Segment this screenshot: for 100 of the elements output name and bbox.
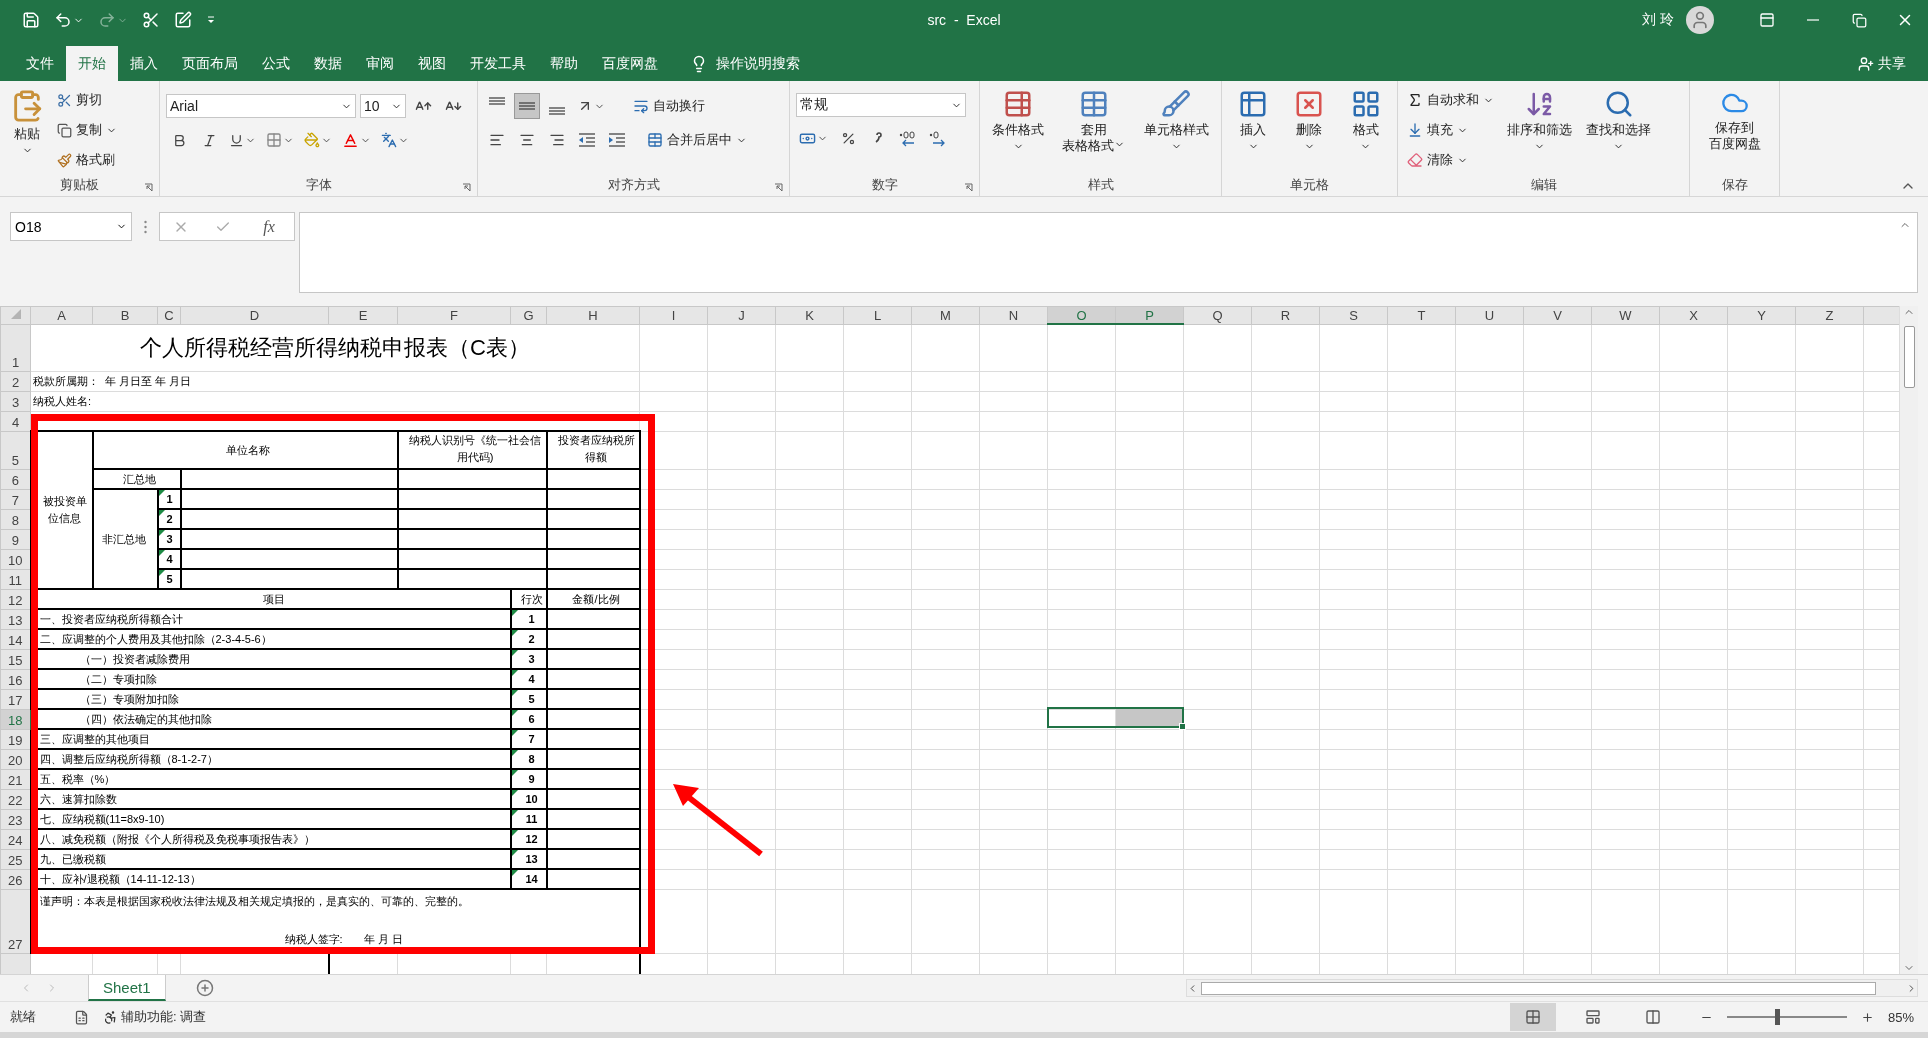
row-header[interactable]: 4 xyxy=(0,411,31,431)
paste-button[interactable]: 粘贴 xyxy=(6,87,48,176)
zoom-level[interactable]: 85% xyxy=(1887,1009,1914,1025)
zoom-thumb[interactable] xyxy=(1775,1009,1781,1025)
row-header[interactable]: 2 xyxy=(0,371,31,391)
ribbon-tab[interactable]: 开始 xyxy=(66,46,118,81)
autosum-button[interactable]: 自动求和 xyxy=(1404,87,1497,113)
ribbon-tab[interactable]: 页面布局 xyxy=(170,46,250,81)
row-header[interactable]: 17 xyxy=(0,689,31,709)
row-header[interactable]: 16 xyxy=(0,669,31,689)
user-name[interactable]: 刘 玲 xyxy=(1642,11,1674,29)
horizontal-scrollbar[interactable] xyxy=(1186,979,1918,997)
sort-filter-button[interactable]: 排序和筛选 xyxy=(1503,87,1576,176)
column-header[interactable]: T xyxy=(1387,306,1456,324)
ribbon-tab[interactable]: 开发工具 xyxy=(458,46,538,81)
merge-center-button[interactable]: 合并后居中 xyxy=(644,127,750,153)
font-name-field[interactable]: Arial xyxy=(166,94,356,118)
table-format-button[interactable]: 套用 表格格式 xyxy=(1058,87,1130,176)
row-header[interactable]: 23 xyxy=(0,809,31,829)
column-header[interactable]: V xyxy=(1523,306,1592,324)
align-button[interactable] xyxy=(514,93,540,119)
column-header[interactable]: Y xyxy=(1727,306,1796,324)
sheet-tab[interactable]: Sheet1 xyxy=(88,975,166,1001)
ribbon-tab[interactable]: 数据 xyxy=(302,46,354,81)
clear-button[interactable]: 清除 xyxy=(1404,147,1497,173)
column-header[interactable]: L xyxy=(843,306,912,324)
row-header[interactable]: 25 xyxy=(0,849,31,869)
column-header[interactable]: D xyxy=(180,306,329,324)
tell-me-search[interactable]: 操作说明搜索 xyxy=(684,46,806,81)
insert-function-button[interactable]: fx xyxy=(257,216,281,237)
row-header[interactable]: 27 xyxy=(0,889,31,953)
row-header[interactable]: 20 xyxy=(0,749,31,769)
row-header[interactable]: 10 xyxy=(0,549,31,569)
row-header[interactable]: 7 xyxy=(0,489,31,509)
ribbon-tab[interactable]: 百度网盘 xyxy=(590,46,670,81)
find-select-button[interactable]: 查找和选择 xyxy=(1582,87,1655,176)
row-header[interactable]: 12 xyxy=(0,589,31,609)
formula-input[interactable] xyxy=(299,212,1918,293)
dialog-launcher-icon[interactable] xyxy=(144,183,153,192)
dialog-launcher-icon[interactable] xyxy=(774,183,783,192)
row-header[interactable]: 24 xyxy=(0,829,31,849)
column-header[interactable]: S xyxy=(1319,306,1388,324)
column-header[interactable]: U xyxy=(1455,306,1524,324)
row-header[interactable]: 13 xyxy=(0,609,31,629)
row-header[interactable]: 15 xyxy=(0,649,31,669)
add-sheet-icon[interactable] xyxy=(195,979,214,997)
column-header[interactable]: W xyxy=(1591,306,1660,324)
fill-button[interactable]: 填充 xyxy=(1404,117,1497,143)
cut-button[interactable]: 剪切 xyxy=(54,87,120,113)
column-header[interactable]: H xyxy=(546,306,640,324)
insert-cells-button[interactable]: 插入 xyxy=(1234,87,1273,176)
column-header[interactable]: K xyxy=(775,306,844,324)
font-size-field[interactable]: 10 xyxy=(360,94,406,118)
column-header[interactable]: G xyxy=(510,306,547,324)
column-header[interactable]: A xyxy=(30,306,93,324)
dialog-launcher-icon[interactable] xyxy=(462,183,471,192)
splitter-icon[interactable] xyxy=(144,220,147,234)
sheet-icon[interactable] xyxy=(74,1009,89,1025)
column-header[interactable]: J xyxy=(707,306,776,324)
ribbon-tab[interactable]: 帮助 xyxy=(538,46,590,81)
ribbon-tab[interactable]: 文件 xyxy=(14,46,66,81)
column-header[interactable]: M xyxy=(911,306,980,324)
ribbon-tab[interactable]: 公式 xyxy=(250,46,302,81)
row-header[interactable]: 18 xyxy=(0,709,31,729)
number-format-field[interactable]: 常规 xyxy=(796,93,966,117)
name-box[interactable]: O18 xyxy=(10,212,132,241)
delete-cells-button[interactable]: 删除 xyxy=(1290,87,1329,176)
scroll-thumb[interactable] xyxy=(1903,326,1915,388)
column-header[interactable]: Z xyxy=(1795,306,1864,324)
row-header[interactable]: 19 xyxy=(0,729,31,749)
row-header[interactable]: 5 xyxy=(0,431,31,469)
column-header[interactable]: B xyxy=(92,306,158,324)
cell-styles-button[interactable]: 单元格样式 xyxy=(1139,87,1213,176)
wrap-text-button[interactable]: 自动换行 xyxy=(630,93,708,119)
cell-selection[interactable] xyxy=(1047,707,1184,728)
row-header[interactable]: 22 xyxy=(0,789,31,809)
view-button[interactable] xyxy=(1509,1003,1556,1031)
row-header[interactable]: 1 xyxy=(0,324,31,371)
row-header[interactable]: 8 xyxy=(0,509,31,529)
column-header[interactable]: N xyxy=(979,306,1048,324)
row-header[interactable]: 3 xyxy=(0,391,31,411)
column-header[interactable]: F xyxy=(397,306,511,324)
column-header[interactable]: R xyxy=(1251,306,1320,324)
column-header[interactable]: X xyxy=(1659,306,1728,324)
ribbon-tab[interactable]: 视图 xyxy=(406,46,458,81)
save-to-cloud-button[interactable]: 保存到 百度网盘 xyxy=(1704,87,1765,176)
row-header[interactable]: 9 xyxy=(0,529,31,549)
format-painter-button[interactable]: 格式刷 xyxy=(54,147,120,173)
ribbon-tab[interactable]: 审阅 xyxy=(354,46,406,81)
dialog-launcher-icon[interactable] xyxy=(964,183,973,192)
column-header[interactable]: I xyxy=(639,306,708,324)
row-header[interactable]: 21 xyxy=(0,769,31,789)
row-header[interactable]: 11 xyxy=(0,569,31,589)
column-header[interactable]: O xyxy=(1047,306,1116,324)
row-header[interactable]: 6 xyxy=(0,469,31,489)
ribbon-tab[interactable]: 插入 xyxy=(118,46,170,81)
avatar[interactable] xyxy=(1686,6,1714,34)
copy-button[interactable]: 复制 xyxy=(54,117,120,143)
share-button[interactable]: 共享 xyxy=(1852,46,1912,81)
column-header[interactable]: P xyxy=(1115,306,1184,324)
